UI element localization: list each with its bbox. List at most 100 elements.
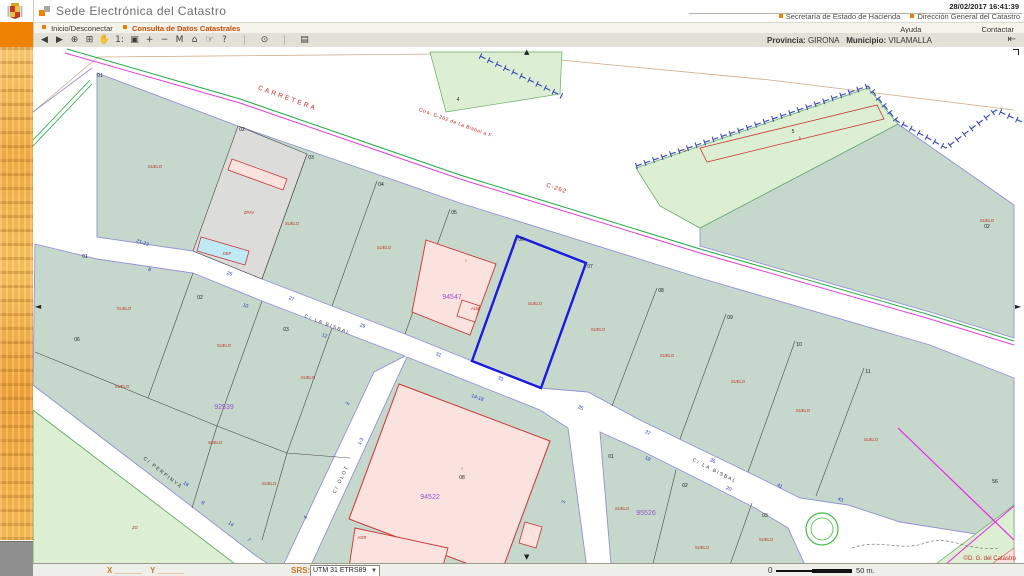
measure-icon[interactable]: M — [173, 34, 186, 47]
map-label: I — [461, 466, 462, 471]
select-parcel-icon[interactable]: ▣ — [128, 34, 141, 47]
municipio-label: Municipio: — [846, 36, 886, 45]
exit-icon[interactable]: ⇤ — [1008, 34, 1016, 45]
map-label: 01 — [608, 454, 614, 460]
map-label: SUELO — [377, 245, 392, 250]
map-label: SUELO — [695, 545, 710, 550]
zoom-minus-icon[interactable]: − — [158, 34, 171, 47]
map-label: SUELO — [796, 408, 811, 413]
map-label: 05 — [451, 210, 457, 216]
map-label: 03 — [762, 513, 768, 519]
map-label: SUELO — [980, 218, 995, 223]
bullet-icon — [123, 25, 127, 29]
map-label: I — [465, 258, 466, 263]
location-info: Provincia: GIRONA Municipio: VILAMALLA — [767, 36, 932, 45]
bullet-icon — [779, 14, 783, 18]
municipio-value: VILAMALLA — [888, 36, 932, 45]
map-label: SUELO — [864, 437, 879, 442]
map-label: SUELO — [285, 221, 300, 226]
map-label: SUELO — [148, 164, 163, 169]
map-label: 07 — [587, 264, 593, 270]
pan-left-icon[interactable]: ◄ — [35, 303, 41, 311]
map-label: 02 — [682, 483, 688, 489]
feature-info-icon[interactable]: ☞ — [203, 34, 216, 47]
map-label: 94522 — [420, 494, 440, 501]
map-label: 11 — [865, 369, 870, 375]
srs-select[interactable]: UTM 31 ETRS89▼ — [310, 565, 380, 576]
forward-icon[interactable]: ▶ — [53, 34, 66, 47]
map-label: SUELO — [615, 506, 630, 511]
map-label: 56 — [992, 479, 998, 485]
map-label: 09 — [727, 315, 733, 321]
map-label: SUELO — [731, 379, 746, 384]
scale-label: 50 m. — [856, 566, 875, 575]
scale-zero: 0 — [768, 566, 772, 575]
spain-coat-of-arms-icon — [0, 0, 33, 22]
map-label: SUELO — [208, 440, 223, 445]
map-label: 08 — [658, 288, 664, 294]
toolbar-separator — [244, 35, 245, 45]
scale-bar-thin — [776, 570, 812, 572]
pan-up-icon[interactable]: ▲ — [524, 48, 529, 56]
zoom-plus-icon[interactable]: + — [143, 34, 156, 47]
map-label: ZO — [132, 525, 139, 530]
map-toolbar: ◀▶⊕⊞✋1:▣+−M⌂☞? ⊙ ▤ Provincia: GIRONA Munic… — [34, 33, 1024, 48]
map-label: 03 — [283, 327, 289, 333]
pan-right-icon[interactable]: ► — [1015, 303, 1021, 311]
pan-icon[interactable]: ✋ — [98, 34, 111, 47]
menu-inicio-desconectar[interactable]: Inicio/Desconectar — [51, 24, 113, 33]
print-icon[interactable]: ▤ — [298, 34, 311, 47]
map-canvas[interactable]: 0102030405060708091011010203060102034502… — [33, 47, 1024, 563]
map-label: 04 — [378, 182, 384, 188]
zoom-in-icon[interactable]: ⊕ — [68, 34, 81, 47]
map-label: DEP — [223, 251, 232, 256]
map-label: SUELO — [217, 343, 232, 348]
map-label: 02 — [984, 224, 990, 230]
map-label: 94547 — [442, 294, 462, 301]
sidebar-city-artwork — [0, 47, 33, 540]
map-label: 08 — [459, 475, 465, 481]
catastro-brand-icon — [39, 6, 52, 17]
map-label: SUELO — [759, 537, 774, 542]
map-label: ZPAV — [244, 210, 255, 215]
map-label: SUELO — [262, 481, 277, 486]
chevron-down-icon: ▼ — [371, 566, 377, 576]
map-label: 5 — [792, 129, 795, 135]
map-label: 02 — [239, 127, 245, 133]
header: Sede Electrónica del Catastro 28/02/2017… — [34, 0, 1024, 22]
zoom-window-icon[interactable]: ⊞ — [83, 34, 96, 47]
link-direccion-general[interactable]: Dirección General del Catastro — [917, 12, 1020, 21]
map-label: 03 — [308, 155, 314, 161]
help-icon[interactable]: ? — [218, 34, 231, 47]
map-label: SUELO — [528, 301, 543, 306]
map-label: 06 — [74, 337, 80, 343]
y-coordinate-label: Y ______ — [150, 566, 184, 575]
cadastral-map[interactable]: 0102030405060708091011010203060102034502… — [33, 47, 1024, 563]
provincia-label: Provincia: — [767, 36, 806, 45]
map-copyright: ©D. G. del Catastro — [964, 555, 1017, 562]
bullet-icon — [910, 14, 914, 18]
map-label: SUELO — [115, 384, 130, 389]
toolbar-icons: ◀▶⊕⊞✋1:▣+−M⌂☞? ⊙ ▤ — [37, 33, 312, 47]
menu-consulta-datos[interactable]: Consulta de Datos Catastrales — [132, 24, 240, 33]
pan-down-icon[interactable]: ▼ — [524, 553, 529, 561]
frame-corner-tr — [1013, 49, 1019, 55]
gov-links: Secretaría de Estado de Hacienda Direcci… — [771, 12, 1020, 21]
map-label: 01 — [82, 254, 88, 260]
catastro-app: { "header": { "title": "Sede Electrónica… — [0, 0, 1024, 576]
map-label: ALB — [471, 306, 479, 311]
print-area-icon[interactable]: ⌂ — [188, 34, 201, 47]
map-label: 92539 — [214, 404, 234, 411]
back-icon[interactable]: ◀ — [38, 34, 51, 47]
map-label: SUELO — [591, 327, 606, 332]
provincia-value: GIRONA — [808, 36, 840, 45]
zoom-scale-icon[interactable]: 1: — [113, 34, 126, 47]
link-secretaria[interactable]: Secretaría de Estado de Hacienda — [786, 12, 901, 21]
info-point-icon[interactable]: ⊙ — [258, 34, 271, 47]
page-title: Sede Electrónica del Catastro — [56, 4, 226, 18]
bullet-icon — [42, 25, 46, 29]
x-coordinate-label: X ______ — [107, 566, 141, 575]
statusbar: X ______ Y ______ SRS: UTM 31 ETRS89▼ 0 … — [33, 563, 1024, 576]
map-label: SUELO — [660, 353, 675, 358]
srs-label: SRS: — [291, 566, 310, 575]
